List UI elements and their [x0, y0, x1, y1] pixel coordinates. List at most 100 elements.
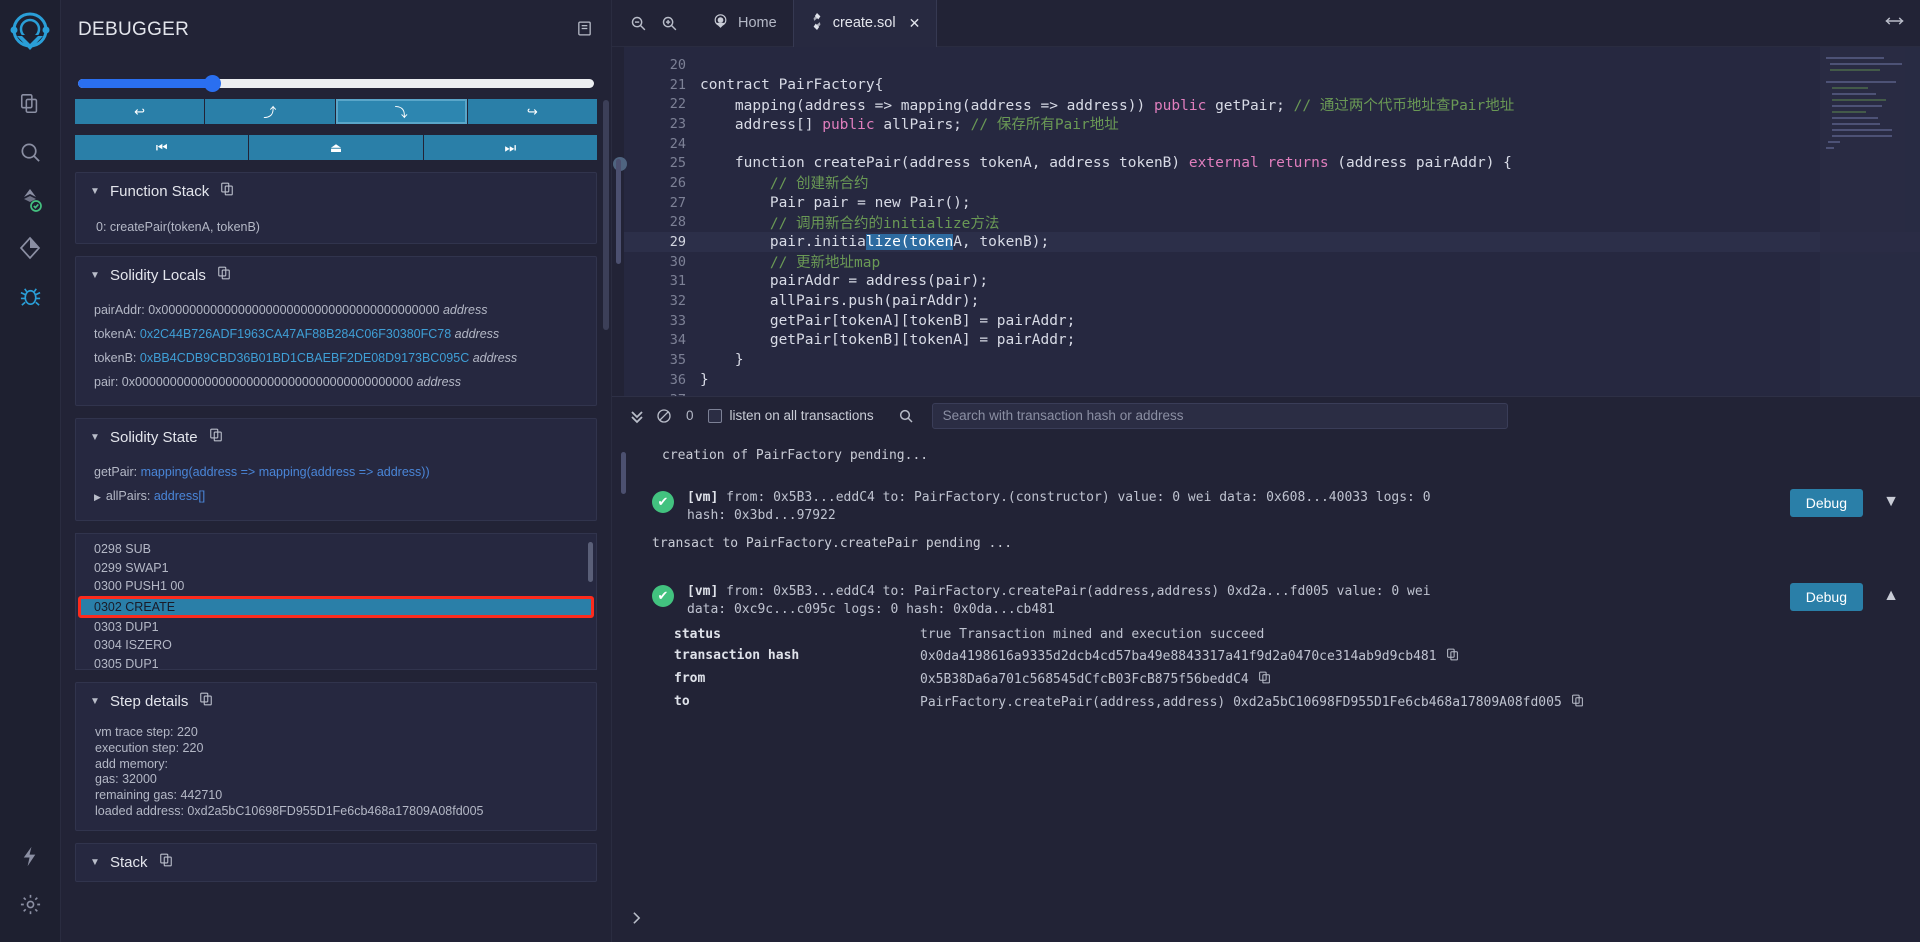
assembly-scrollbar[interactable] [588, 542, 593, 582]
listen-on-all-transactions-checkbox[interactable] [708, 409, 722, 423]
assembly-row[interactable]: 0304 ISZERO [76, 636, 596, 655]
stack-header[interactable]: ▼ Stack [76, 844, 596, 881]
transaction-search-input[interactable]: Search with transaction hash or address [932, 403, 1508, 429]
chevron-up-icon[interactable]: ▲ [1882, 587, 1900, 605]
code-line[interactable]: 27 Pair pair = new Pair(); [624, 193, 1920, 213]
assembly-row[interactable]: 0298 SUB [76, 540, 596, 559]
assembly-row[interactable]: 0300 PUSH1 00 [76, 577, 596, 596]
transaction-row[interactable]: ✔[vm] from: 0x5B3...eddC4 to: PairFactor… [640, 483, 1900, 530]
tab-home[interactable]: Home [696, 0, 793, 47]
transaction-row[interactable]: ✔[vm] from: 0x5B3...eddC4 to: PairFactor… [640, 577, 1900, 624]
chevron-down-icon[interactable]: ▼ [90, 696, 101, 707]
ban-circle-icon[interactable] [656, 408, 672, 424]
editor-breakpoint-gutter[interactable] [612, 47, 624, 396]
code-line[interactable]: 30 // 更新地址map [624, 252, 1920, 272]
slider-track[interactable] [78, 79, 594, 88]
assembly-instructions-list[interactable]: 0298 SUB0299 SWAP10300 PUSH1 000302 CREA… [75, 533, 597, 670]
remix-logo[interactable] [7, 10, 53, 56]
editor-scrollbar[interactable] [616, 159, 621, 264]
double-chevron-down-icon[interactable] [630, 408, 644, 424]
copy-icon[interactable] [1258, 671, 1271, 688]
code-line[interactable]: 37 [624, 390, 1920, 396]
assembly-row[interactable]: 0305 DUP1 [76, 655, 596, 670]
zoom-in-icon[interactable] [661, 15, 678, 32]
assembly-row-selected[interactable]: 0302 CREATE [78, 596, 594, 618]
chevron-down-icon[interactable]: ▼ [1882, 493, 1900, 511]
close-icon[interactable]: ✕ [909, 15, 921, 32]
debugger-icon[interactable] [8, 272, 52, 320]
editor-minimap[interactable] [1820, 47, 1920, 396]
transaction-line-2: data: 0xc9c...c095c logs: 0 hash: 0x0da.… [687, 602, 1055, 617]
settings-icon[interactable] [8, 880, 52, 928]
code-line[interactable]: 20 [624, 55, 1920, 75]
chevron-down-icon[interactable]: ▼ [90, 270, 101, 281]
code-line[interactable]: 22 mapping(address => mapping(address =>… [624, 94, 1920, 114]
copy-icon[interactable] [1571, 694, 1584, 711]
deploy-run-icon[interactable] [8, 224, 52, 272]
code-line[interactable]: 29 pair.initialize(tokenA, tokenB); [624, 232, 1920, 252]
file-explorer-icon[interactable] [8, 80, 52, 128]
step-back-icon[interactable]: ↩ [75, 99, 204, 124]
solidity-state-row[interactable]: ▶allPairs: address[] [94, 484, 584, 509]
jump-out-icon[interactable]: ⏏ [249, 135, 422, 160]
code-line[interactable]: 21contract PairFactory{ [624, 75, 1920, 95]
code-line[interactable]: 31 pairAddr = address(pair); [624, 272, 1920, 292]
zoom-out-icon[interactable] [630, 15, 647, 32]
terminal-toolbar: 0 listen on all transactions Search with… [612, 396, 1920, 434]
copy-icon[interactable] [217, 266, 231, 285]
chevron-down-icon[interactable]: ▼ [90, 432, 101, 443]
tab-create-sol[interactable]: create.sol ✕ [793, 0, 938, 47]
code-line[interactable]: 24 [624, 134, 1920, 154]
solidity-compiler-icon[interactable] [8, 176, 52, 224]
step-forward-icon[interactable]: ↪ [468, 99, 597, 124]
step-forward-icon-glyph: ↪ [527, 104, 538, 120]
debug-button[interactable]: Debug [1790, 489, 1863, 517]
code-editor[interactable]: 2021contract PairFactory{22 mapping(addr… [612, 47, 1920, 396]
code-line[interactable]: 33 getPair[tokenA][tokenB] = pairAddr; [624, 311, 1920, 331]
code-line[interactable]: 36} [624, 370, 1920, 390]
solidity-state-header[interactable]: ▼ Solidity State [76, 419, 596, 456]
terminal-scrollbar[interactable] [621, 452, 626, 494]
jump-to-next-breakpoint-icon[interactable]: ⏭ [424, 135, 597, 160]
search-icon[interactable] [898, 408, 914, 424]
chevron-down-icon[interactable]: ▼ [90, 857, 101, 868]
search-icon[interactable] [8, 128, 52, 176]
solidity-locals-header[interactable]: ▼ Solidity Locals [76, 257, 596, 294]
transaction-line-2: hash: 0x3bd...97922 [687, 508, 836, 523]
expand-icon[interactable] [1885, 14, 1904, 33]
step-details-header[interactable]: ▼ Step details [76, 683, 596, 720]
copy-icon[interactable] [220, 182, 234, 201]
chevron-right-icon[interactable]: ▶ [94, 492, 101, 502]
code-lines[interactable]: 2021contract PairFactory{22 mapping(addr… [624, 47, 1920, 396]
plugin-manager-icon[interactable] [8, 832, 52, 880]
copy-icon[interactable] [199, 692, 213, 711]
code-line[interactable]: 35 } [624, 350, 1920, 370]
code-token: } [700, 372, 709, 388]
jump-to-previous-breakpoint-icon[interactable]: ⏮ [75, 135, 248, 160]
code-line[interactable]: 25 function createPair(address tokenA, a… [624, 153, 1920, 173]
line-number: 23 [624, 116, 700, 132]
copy-icon[interactable] [209, 428, 223, 447]
copy-icon[interactable] [1446, 648, 1459, 665]
debugger-scrollbar[interactable] [603, 100, 609, 330]
save-icon[interactable] [576, 20, 593, 42]
step-into-forward-icon[interactable]: ⤵ [336, 99, 467, 124]
assembly-row[interactable]: 0303 DUP1 [76, 618, 596, 637]
step-into-back-icon[interactable]: ⤴ [205, 99, 334, 124]
chevron-right-icon[interactable] [630, 911, 643, 930]
code-line[interactable]: 28 // 调用新合约的initialize方法 [624, 213, 1920, 233]
code-line[interactable]: 32 allPairs.push(pairAddr); [624, 291, 1920, 311]
debugger-body: ↩⤴⤵↪ ⏮⏏⏭ ▼ Function Stack 0: createPair(… [61, 79, 611, 882]
code-line[interactable]: 34 getPair[tokenB][tokenA] = pairAddr; [624, 331, 1920, 351]
function-stack-header[interactable]: ▼ Function Stack [76, 173, 596, 210]
code-token: mapping(address => mapping(address => ad… [700, 98, 1154, 114]
chevron-down-icon[interactable]: ▼ [90, 186, 101, 197]
line-content: getPair[tokenA][tokenB] = pairAddr; [700, 313, 1075, 329]
assembly-row[interactable]: 0299 SWAP1 [76, 559, 596, 578]
copy-icon[interactable] [159, 853, 173, 872]
code-line[interactable]: 26 // 创建新合约 [624, 173, 1920, 193]
debug-button[interactable]: Debug [1790, 583, 1863, 611]
trace-slider[interactable] [75, 79, 597, 88]
code-line[interactable]: 23 address[] public allPairs; // 保存所有Pai… [624, 114, 1920, 134]
slider-thumb[interactable] [204, 75, 221, 92]
